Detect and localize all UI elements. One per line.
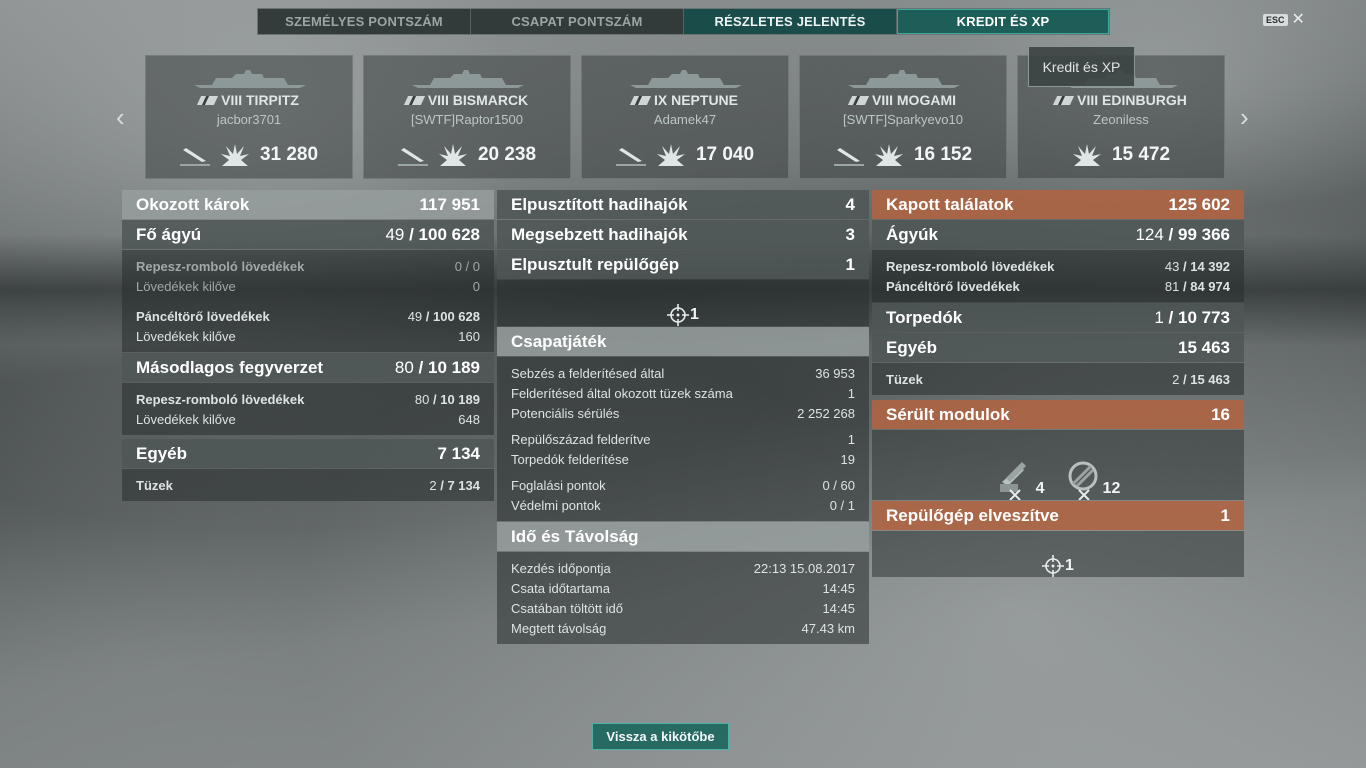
- he-shells-row: Repesz-romboló lövedékek 0 / 0: [136, 258, 480, 274]
- ship-damage: 16 152: [913, 144, 973, 165]
- ship-name: IX NEPTUNE: [653, 92, 738, 108]
- time-row: Kezdés időpontja 22:13 15.08.2017: [511, 560, 855, 576]
- next-arrow-icon[interactable]: ›: [1240, 104, 1249, 130]
- received-he-row: Repesz-romboló lövedékek 43 / 14 392: [886, 258, 1230, 274]
- damage-caused-panel: Okozott károk 117 951 Fő ágyú 49 / 100 6…: [122, 190, 494, 502]
- guns-header: Ágyúk 124 / 99 366: [872, 220, 1244, 249]
- ship-silhouette-icon: [412, 70, 524, 88]
- time-row: Megtett távolság 47.43 km: [511, 620, 855, 636]
- teamplay-row: Védelmi pontok 0 / 1: [511, 497, 855, 513]
- main-gun-header: Fő ágyú 49 / 100 628: [122, 220, 494, 249]
- reticle-icon: [667, 304, 690, 326]
- sunk-ship-icon: [615, 148, 646, 166]
- sunk-ship-icon: [397, 148, 428, 166]
- ship-damage: 20 238: [477, 144, 537, 165]
- esc-key-icon: ESC: [1263, 14, 1288, 26]
- time-row: Csata időtartama 14:45: [511, 580, 855, 596]
- ship-name: VIII BISMARCK: [427, 92, 529, 108]
- reticle-icon: [1042, 555, 1065, 577]
- received-ap-row: Páncéltörő lövedékek 81 / 84 974: [886, 278, 1230, 294]
- ship-card[interactable]: VIII MOGAMI [SWTF]Sparkyevo10 16 152: [799, 55, 1007, 179]
- prev-arrow-icon[interactable]: ‹: [116, 104, 125, 130]
- other-header: Egyéb 7 134: [122, 439, 494, 468]
- time-distance-header: Idő és Távolság: [497, 522, 869, 551]
- ship-silhouette-icon: [630, 70, 742, 88]
- aa-module-count: 12: [1102, 480, 1121, 497]
- tier-flag-icon: [847, 95, 870, 105]
- teamplay-row: Potenciális sérülés 2 252 268: [511, 405, 855, 421]
- top-tabs: SZEMÉLYES PONTSZÁM CSAPAT PONTSZÁM RÉSZL…: [257, 8, 1110, 35]
- planes-lost-count: 1: [1065, 557, 1074, 574]
- player-name: [SWTF]Raptor1500: [411, 112, 523, 127]
- ship-card[interactable]: VIII BISMARCK [SWTF]Raptor1500 20 238: [363, 55, 571, 179]
- fires-row: Tüzek 2 / 7 134: [136, 477, 480, 493]
- received-fires-row: Tüzek 2 / 15 463: [886, 371, 1230, 387]
- sec-fired-row: Lövedékek kilőve 648: [136, 411, 480, 427]
- received-panel: Kapott találatok 125 602 Ágyúk 124 / 99 …: [872, 190, 1244, 578]
- player-name: Adamek47: [653, 112, 717, 127]
- time-row: Csatában töltött idő 14:45: [511, 600, 855, 616]
- sec-he-row: Repesz-romboló lövedékek 80 / 10 189: [136, 391, 480, 407]
- secondary-header: Másodlagos fegyverzet 80 / 10 189: [122, 353, 494, 382]
- ship-card[interactable]: IX NEPTUNE Adamek47 17 040: [581, 55, 789, 179]
- player-name: [SWTF]Sparkyevo10: [843, 112, 963, 127]
- aa-module-icon: [1068, 461, 1098, 500]
- ship-name: VIII TIRPITZ: [221, 92, 299, 108]
- tier-flag-icon: [629, 95, 652, 105]
- teamplay-row: Torpedók felderítése 19: [511, 451, 855, 467]
- received-other-header: Egyéb 15 463: [872, 333, 1244, 362]
- tab-team-score[interactable]: CSAPAT PONTSZÁM: [471, 9, 684, 34]
- torpedoes-header: Torpedók 1 / 10 773: [872, 303, 1244, 332]
- ship-damage: 17 040: [695, 144, 755, 165]
- close-button[interactable]: ESC ✕: [1263, 12, 1305, 28]
- ship-damage: 31 280: [259, 144, 319, 165]
- damage-explosion-icon: [656, 144, 685, 166]
- teamplay-row: Sebzés a felderítésed által 36 953: [511, 365, 855, 381]
- ship-name: VIII EDINBURGH: [1077, 92, 1187, 108]
- tier-flag-icon: [197, 95, 219, 105]
- teamplay-header: Csapatjáték: [497, 327, 869, 356]
- tier-flag-icon: [403, 95, 425, 105]
- ship-name: VIII MOGAMI: [872, 92, 956, 108]
- close-icon: ✕: [1291, 11, 1305, 28]
- back-to-port-button[interactable]: Vissza a kikötőbe: [592, 723, 729, 750]
- sunk-ship-icon: [833, 148, 864, 166]
- tier-flag-icon: [1053, 95, 1075, 105]
- ship-silhouette-icon: [194, 70, 306, 88]
- damage-explosion-icon: [438, 144, 467, 166]
- planes-count: 1: [690, 306, 699, 323]
- sunk-ship-icon: [179, 148, 210, 166]
- ship-card[interactable]: VIII TIRPITZ jacbor3701 31 280: [145, 55, 353, 179]
- caused-damage-header: Okozott károk 117 951: [122, 190, 494, 219]
- destroyed-ships-header: Elpusztított hadihajók 4: [497, 190, 869, 219]
- teamplay-row: Foglalási pontok 0 / 60: [511, 477, 855, 493]
- damage-explosion-icon: [1072, 144, 1101, 166]
- tab-personal-score[interactable]: SZEMÉLYES PONTSZÁM: [258, 9, 471, 34]
- destroyed-panel: Elpusztított hadihajók 4 Megsebzett hadi…: [497, 190, 869, 645]
- player-name: Zeoniless: [1093, 112, 1149, 127]
- he-fired-row: Lövedékek kilőve 0: [136, 278, 480, 294]
- ship-silhouette-icon: [848, 70, 960, 88]
- damaged-modules-header: Sérült modulok 16: [872, 400, 1244, 429]
- ap-shells-row: Páncéltörő lövedékek 49 / 100 628: [136, 308, 480, 324]
- tab-detailed-report[interactable]: RÉSZLETES JELENTÉS: [684, 9, 897, 34]
- received-hits-header: Kapott találatok 125 602: [872, 190, 1244, 219]
- damage-explosion-icon: [220, 144, 249, 166]
- planes-lost-header: Repülőgép elveszítve 1: [872, 501, 1244, 530]
- tooltip: Kredit és XP: [1028, 46, 1135, 87]
- gun-module-icon: [999, 462, 1026, 500]
- tab-credits-xp[interactable]: KREDIT ÉS XP: [897, 9, 1109, 34]
- gun-module-count: 4: [1035, 480, 1045, 497]
- ship-damage: 15 472: [1111, 144, 1171, 165]
- teamplay-row: Repülőszázad felderítve 1: [511, 431, 855, 447]
- destroyed-planes-header: Elpusztult repülőgép 1: [497, 250, 869, 279]
- player-name: jacbor3701: [216, 112, 282, 127]
- teamplay-row: Felderítésed által okozott tüzek száma 1: [511, 385, 855, 401]
- damage-explosion-icon: [874, 144, 903, 166]
- ap-fired-row: Lövedékek kilőve 160: [136, 328, 480, 344]
- damaged-ships-header: Megsebzett hadihajók 3: [497, 220, 869, 249]
